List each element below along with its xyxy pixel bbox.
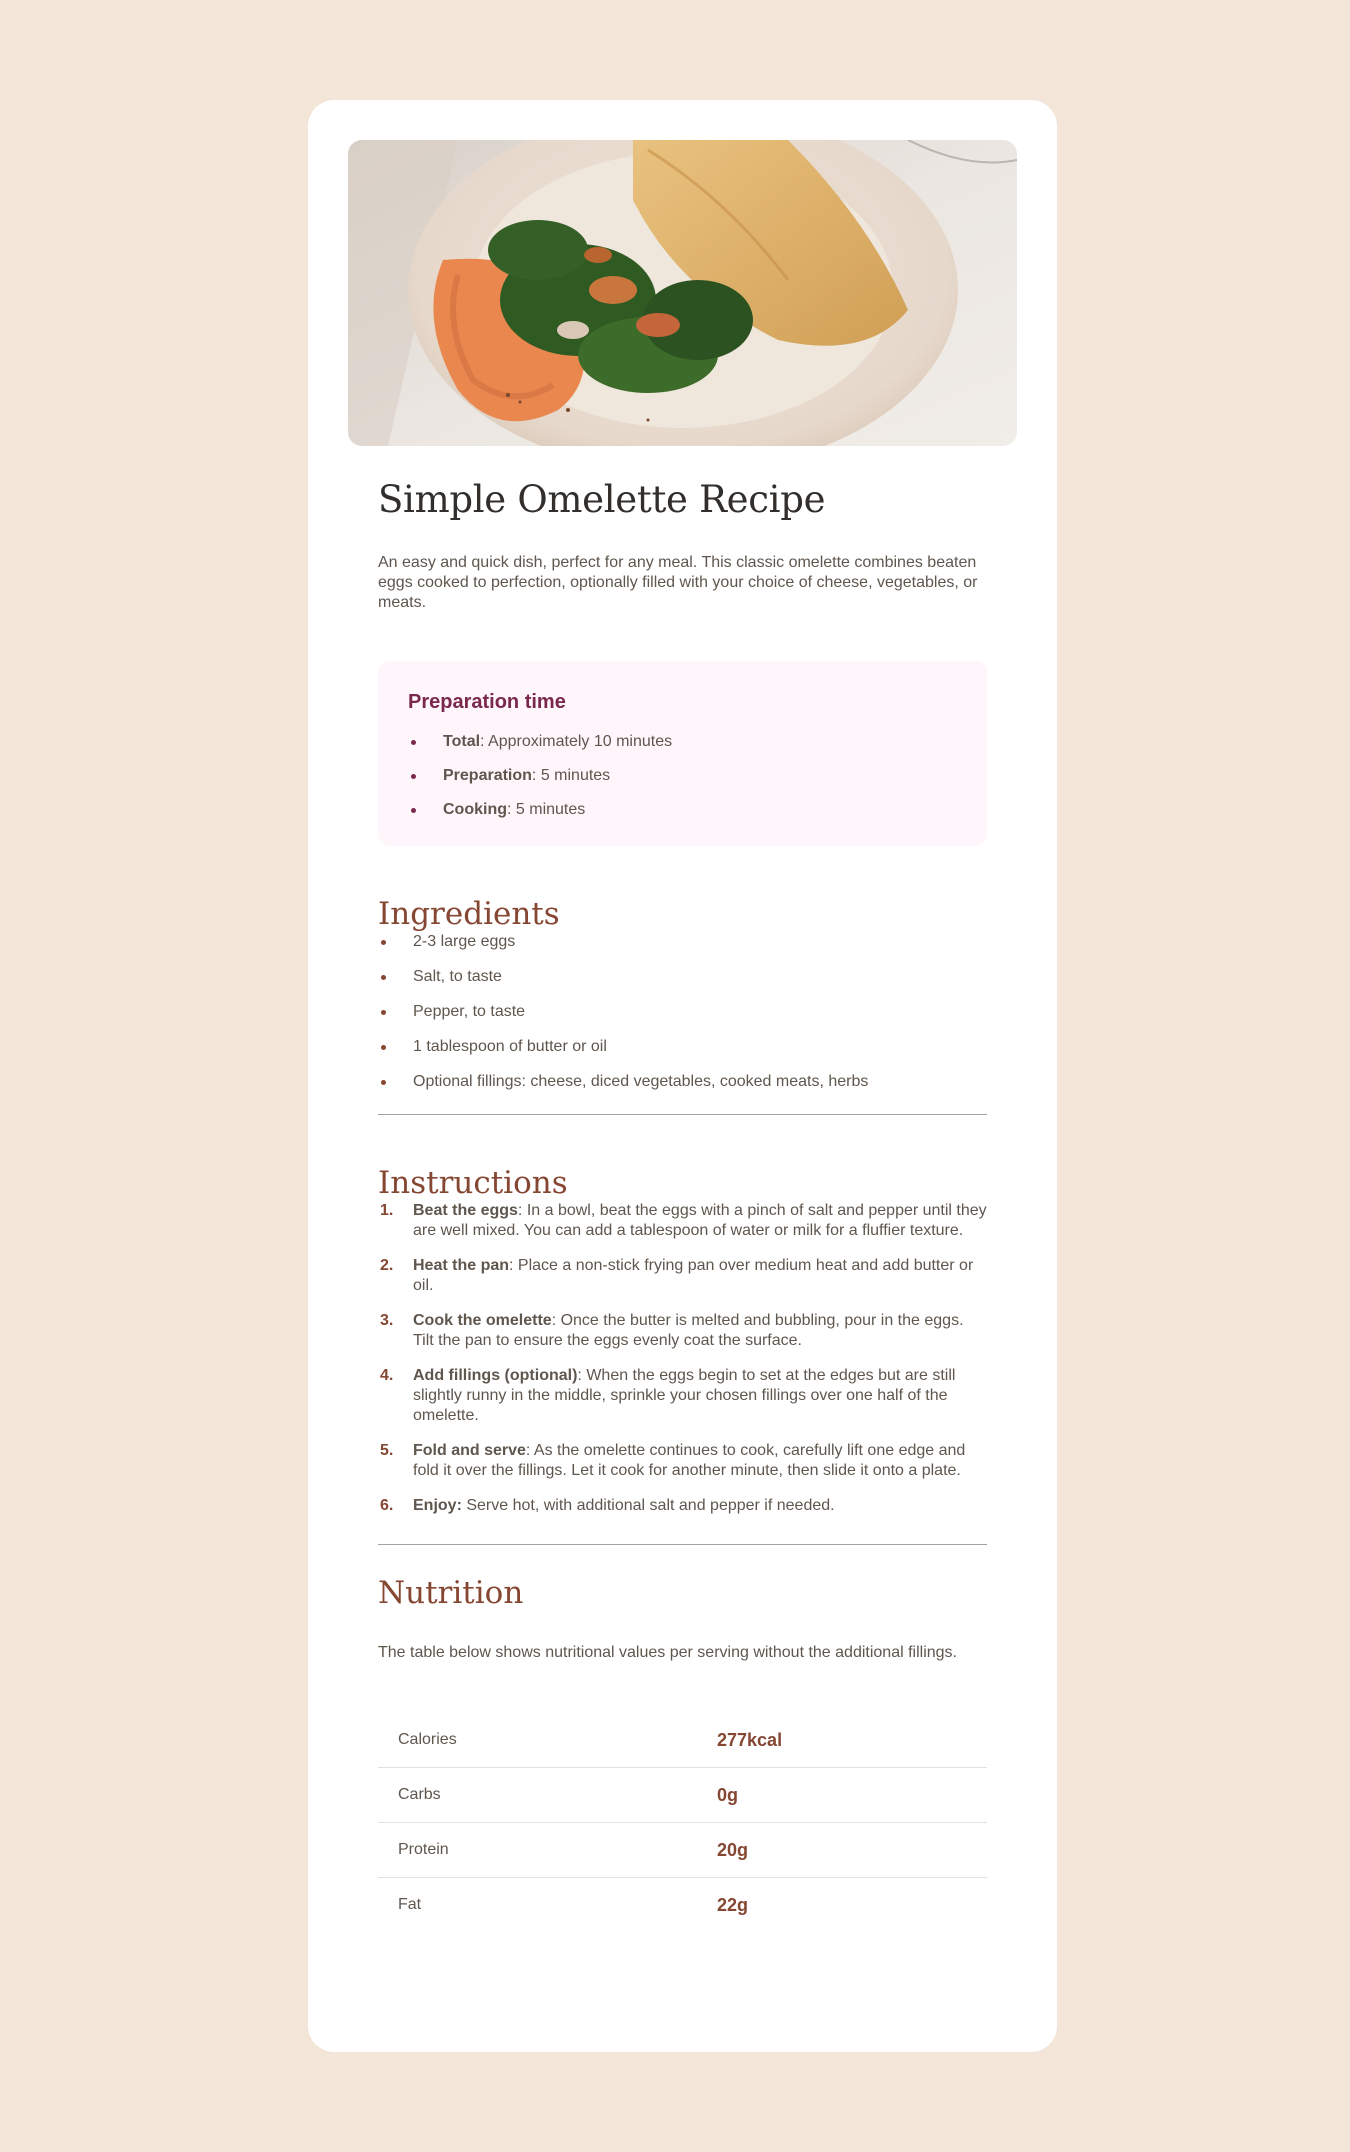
instruction-step: 3. Cook the omelette: Once the butter is … [378,1311,987,1351]
ingredient-text: Optional fillings: cheese, diced vegetab… [413,1073,869,1090]
step-number: 1. [380,1202,394,1219]
preparation-item: Cooking: 5 minutes [408,800,957,820]
section-divider [378,1114,987,1115]
step-number: 4. [380,1367,394,1384]
ingredients-heading: Ingredients [378,896,560,932]
bullet-icon [381,975,386,980]
step-label: Enjoy: [413,1497,462,1514]
instructions-heading: Instructions [378,1165,568,1201]
step-number: 5. [380,1442,394,1459]
instruction-step: 1. Beat the eggs: In a bowl, beat the egg… [378,1201,987,1241]
step-label: Add fillings (optional) [413,1367,578,1384]
step-number: 3. [380,1312,394,1329]
nutrient-name: Calories [378,1713,717,1768]
step-label: Beat the eggs [413,1202,518,1219]
step-label: Cook the omelette [413,1312,552,1329]
instruction-step: 4. Add fillings (optional): When the eggs… [378,1366,987,1426]
step-number: 2. [380,1257,394,1274]
section-divider [378,1544,987,1545]
nutrition-table: Calories 277kcal Carbs 0g Protein 20g Fa… [378,1713,987,1932]
ingredient-item: 2-3 large eggs [378,932,987,952]
step-number: 6. [380,1497,394,1514]
nutrient-value: 20g [717,1822,987,1878]
preparation-list: Total: Approximately 10 minutes Preparat… [408,732,957,820]
step-text: Serve hot, with additional salt and pepp… [461,1497,835,1514]
omelette-image [348,140,1017,446]
bullet-icon [411,774,416,779]
recipe-intro: An easy and quick dish, perfect for any … [378,554,978,611]
ingredient-text: Salt, to taste [413,968,502,985]
bullet-icon [411,808,416,813]
bullet-icon [381,940,386,945]
bullet-icon [381,1045,386,1050]
nutrient-value: 22g [717,1894,749,1915]
ingredients-list: 2-3 large eggs Salt, to taste Pepper, to… [378,932,987,1092]
preparation-heading: Preparation time [408,691,566,713]
ingredient-item: Pepper, to taste [378,1002,987,1022]
table-row: Carbs 0g [378,1767,987,1823]
recipe-card: Simple Omelette Recipe An easy and quick… [308,100,1057,2052]
nutrient-name: Carbs [378,1767,717,1823]
ingredient-item: Salt, to taste [378,967,987,987]
ingredient-text: 1 tablespoon of butter or oil [413,1038,607,1055]
ingredient-item: Optional fillings: cheese, diced vegetab… [378,1072,987,1092]
nutrition-heading: Nutrition [378,1575,524,1611]
preparation-item-value: : 5 minutes [531,767,611,784]
preparation-item-label: Total [443,733,481,750]
table-row: Fat 22g [378,1878,987,1933]
bullet-icon [381,1080,386,1085]
step-label: Fold and serve [413,1442,526,1459]
preparation-item-value: : Approximately 10 minutes [480,733,673,750]
instruction-step: 6. Enjoy: Serve hot, with additional salt… [378,1496,987,1516]
preparation-time-box: Preparation time Total: Approximately 10… [378,661,987,846]
ingredient-text: 2-3 large eggs [413,933,516,950]
step-label: Heat the pan [413,1257,510,1274]
instruction-step: 2. Heat the pan: Place a non-stick frying… [378,1256,987,1296]
nutrient-name: Protein [378,1822,717,1878]
ingredient-text: Pepper, to taste [413,1003,526,1020]
instruction-step: 5. Fold and serve: As the omelette contin… [378,1441,987,1481]
preparation-item: Total: Approximately 10 minutes [408,732,957,752]
ingredient-item: 1 tablespoon of butter or oil [378,1037,987,1057]
page-title: Simple Omelette Recipe [378,478,826,521]
table-row: Calories 277kcal [378,1713,987,1768]
bullet-icon [411,740,416,745]
nutrition-description: The table below shows nutritional values… [378,1644,957,1661]
preparation-item-value: : 5 minutes [507,801,586,818]
nutrient-value: 277kcal [717,1713,987,1768]
nutrient-value: 0g [717,1767,987,1823]
table-row: Protein 20g [378,1822,987,1878]
preparation-item-label: Preparation [443,767,532,784]
nutrient-name: Fat [398,1896,422,1913]
bullet-icon [381,1010,386,1015]
preparation-item: Preparation: 5 minutes [408,766,957,786]
preparation-item-label: Cooking [443,801,507,818]
instructions-list: 1. Beat the eggs: In a bowl, beat the egg… [378,1201,987,1516]
